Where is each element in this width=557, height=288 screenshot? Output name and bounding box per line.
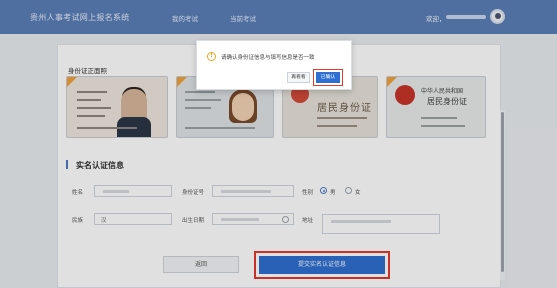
confirm-button[interactable]: 已确认 [316, 72, 340, 83]
confirm-dialog: ! 请确认身份证信息与填写信息是否一致 再看看 已确认 [196, 40, 352, 90]
recheck-button[interactable]: 再看看 [287, 72, 310, 83]
warning-icon: ! [207, 52, 216, 61]
dialog-message: 请确认身份证信息与填写信息是否一致 [221, 55, 315, 61]
